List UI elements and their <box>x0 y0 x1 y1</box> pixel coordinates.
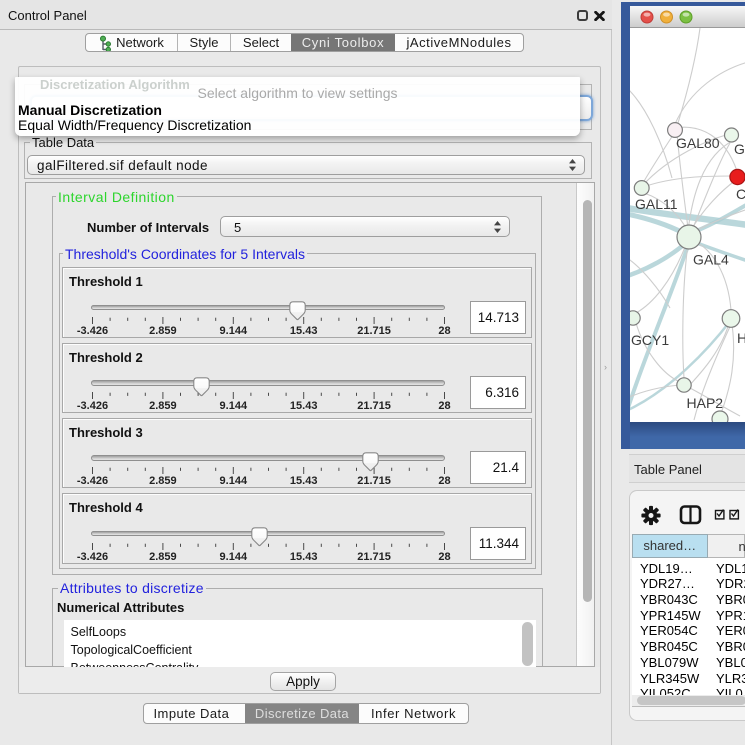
svg-text:C: C <box>736 186 745 202</box>
svg-text:HAP2: HAP2 <box>687 395 724 411</box>
svg-text:GAL80: GAL80 <box>676 135 720 151</box>
svg-text:GAL4: GAL4 <box>693 252 729 268</box>
svg-text:H: H <box>737 330 745 346</box>
svg-text:GCY1: GCY1 <box>631 332 669 348</box>
svg-text:GAL11: GAL11 <box>635 196 678 212</box>
svg-text:G.: G. <box>734 141 745 157</box>
